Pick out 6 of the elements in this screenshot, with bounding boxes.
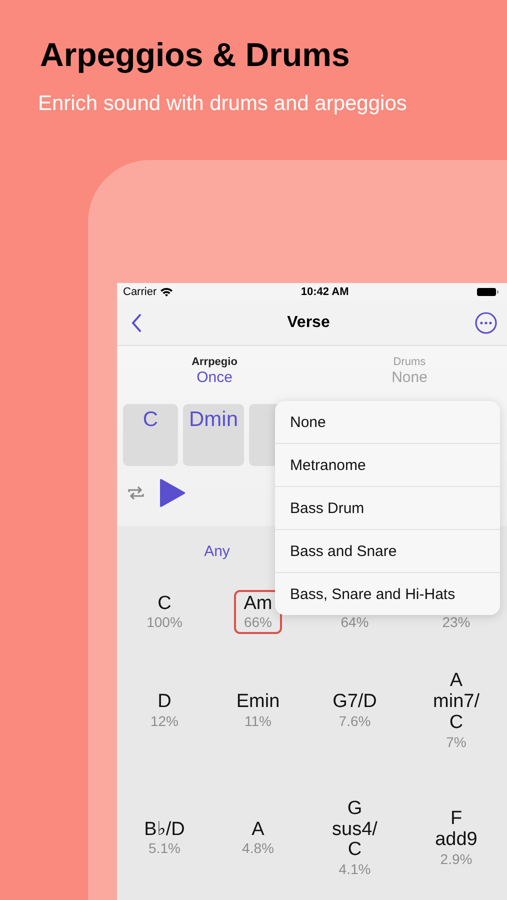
nav-title: Verse: [287, 314, 330, 332]
subtitle: Enrich sound with drums and arpeggios: [38, 92, 408, 116]
headline: Arpeggios & Drums: [40, 36, 351, 74]
section-header: Any: [204, 542, 230, 560]
carrier-label: Carrier: [123, 286, 157, 298]
clock: 10:42 AM: [300, 286, 349, 298]
